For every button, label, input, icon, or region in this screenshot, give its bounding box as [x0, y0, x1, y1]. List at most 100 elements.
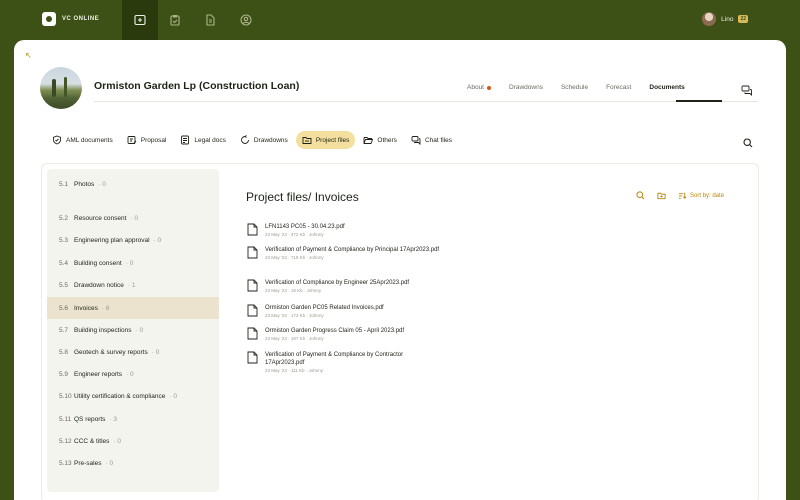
doc-tab-aml-documents[interactable]: AML documents	[46, 131, 119, 149]
drawdowns-icon	[240, 135, 249, 144]
sidebar-item-ccc-titles[interactable]: 5.12 CCC & titles · 0	[47, 430, 219, 452]
doc-tab-project-files[interactable]: Project files	[295, 131, 356, 149]
sort-button[interactable]: Sort by: date	[678, 191, 724, 200]
search-icon	[743, 138, 753, 148]
sidebar-item-number: 5.3	[59, 236, 69, 244]
file-author: Johnny	[309, 313, 324, 318]
sidebar-item-geotech-survey-reports[interactable]: 5.8 Geotech & survey reports · 0	[47, 341, 219, 363]
nav-tasks-button[interactable]	[157, 0, 193, 40]
file-size: 719 Kb	[290, 255, 306, 260]
user-menu[interactable]: Lino 22	[702, 12, 748, 26]
file-icon	[247, 223, 258, 241]
nav-projects-button[interactable]	[122, 0, 158, 40]
folder-sidebar: 5.1 Photos · 0 5.2 Resource consent · 0 …	[47, 169, 219, 492]
doc-tab-drawdowns[interactable]: Drawdowns	[234, 131, 294, 149]
chat-files-icon	[411, 136, 421, 145]
search-button[interactable]	[743, 135, 753, 153]
file-item[interactable]: Ormiston Garden Progress Claim 05 - Apri…	[247, 327, 440, 345]
sidebar-item-count: · 0	[113, 437, 122, 445]
chat-icon	[741, 85, 752, 97]
sidebar-item-building-inspections[interactable]: 5.7 Building inspections · 0	[47, 319, 219, 341]
sidebar-item-count: · 3	[109, 415, 118, 423]
chat-button[interactable]	[741, 83, 753, 101]
file-icon	[247, 279, 258, 297]
sidebar-item-count: · 0	[125, 259, 134, 267]
file-icon	[247, 304, 258, 322]
sidebar-item-resource-consent[interactable]: 5.2 Resource consent · 0	[47, 207, 219, 229]
file-date: 23 May '23	[265, 232, 287, 237]
doc-tab-chat-files[interactable]: Chat files	[405, 131, 458, 149]
sidebar-item-count: · 0	[151, 348, 160, 356]
doc-tab-label: Chat files	[424, 136, 453, 144]
sidebar-item-engineering-plan-approval[interactable]: 5.3 Engineering plan approval · 0	[47, 229, 219, 251]
folder-icon	[134, 14, 146, 26]
file-author: Johnny	[309, 255, 324, 260]
doc-tab-label: Others	[377, 136, 397, 144]
brand[interactable]: VC ONLINE	[42, 12, 99, 26]
user-circle-icon	[240, 14, 252, 26]
tab-label: Schedule	[560, 84, 589, 91]
back-arrow-icon[interactable]: ↖	[25, 51, 32, 60]
nav-documents-button[interactable]	[192, 0, 228, 40]
document-icon	[206, 14, 215, 26]
tab-schedule[interactable]: Schedule	[561, 84, 588, 91]
sidebar-item-utility-certification[interactable]: 5.10 Utility certification & compliance …	[47, 385, 219, 407]
file-meta: 23 May '23 · 187 Kb · Johnny	[265, 336, 324, 341]
sidebar-item-drawdown-notice[interactable]: 5.5 Drawdown notice · 1	[47, 274, 219, 296]
tab-about[interactable]: About	[467, 84, 491, 91]
sidebar-item-count-value: 0	[157, 236, 162, 244]
nav-users-button[interactable]	[228, 0, 264, 40]
sidebar-item-invoices[interactable]: 5.6 Invoices · 6	[47, 297, 219, 319]
sidebar-item-building-consent[interactable]: 5.4 Building consent · 0	[47, 252, 219, 274]
document-category-tabs: AML documents Proposal Legal docs Drawdo…	[46, 131, 460, 149]
sidebar-item-qs-reports[interactable]: 5.11 QS reports · 3	[47, 408, 219, 430]
sidebar-item-count: · 0	[130, 214, 138, 222]
file-item[interactable]: LFN1143 PC05 - 30.04.23.pdf 23 May '23 ·…	[247, 223, 440, 241]
file-author: Johnny	[306, 288, 322, 293]
new-folder-icon[interactable]	[657, 191, 666, 200]
file-author: Johnny	[309, 336, 324, 341]
sidebar-item-number: 5.7	[59, 326, 69, 334]
files-toolbar: Sort by: date	[636, 191, 724, 200]
sidebar-item-label: Engineer reports	[74, 370, 123, 378]
sidebar-item-engineer-reports[interactable]: 5.9 Engineer reports · 0	[47, 363, 219, 385]
sidebar-item-count-value: 0	[109, 459, 114, 467]
user-name: Lino	[721, 15, 734, 23]
doc-tab-proposal[interactable]: Proposal	[121, 131, 173, 149]
search-icon[interactable]	[636, 191, 645, 200]
tab-forecast[interactable]: Forecast	[606, 84, 631, 91]
shield-check-icon	[53, 135, 61, 145]
sidebar-item-label: QS reports	[74, 415, 106, 423]
sidebar-item-number: 5.12	[59, 437, 72, 445]
sidebar-item-count-value: 0	[173, 392, 178, 400]
sidebar-item-count: · 0	[153, 236, 162, 244]
page-title: Ormiston Garden Lp (Construction Loan)	[94, 80, 300, 92]
file-item[interactable]: Verification of Payment & Compliance by …	[247, 246, 440, 264]
sidebar-item-count-value: 0	[155, 348, 160, 356]
file-size: 187 Kb	[290, 336, 306, 341]
file-item[interactable]: Verification of Payment & Compliance by …	[247, 351, 440, 373]
sidebar-item-count: · 0	[169, 392, 178, 400]
doc-tab-legal-docs[interactable]: Legal docs	[174, 131, 231, 149]
sidebar-item-number: 5.5	[59, 281, 69, 289]
avatar	[702, 12, 717, 26]
sidebar-item-photos[interactable]: 5.1 Photos · 0	[47, 173, 219, 195]
sidebar-item-number: 5.2	[59, 214, 69, 222]
tab-drawdowns[interactable]: Drawdowns	[509, 84, 543, 91]
proposal-icon	[127, 136, 137, 144]
sidebar-item-label: Pre-sales	[74, 459, 102, 467]
tab-documents[interactable]: Documents	[649, 84, 684, 91]
sidebar-item-number: 5.1	[59, 180, 69, 188]
sidebar-item-pre-sales[interactable]: 5.13 Pre-sales · 0	[47, 452, 219, 474]
file-item[interactable]: Ormiston Garden PC05 Related Invoices.pd…	[247, 304, 440, 322]
doc-tab-label: Project files	[315, 136, 350, 144]
sidebar-item-label: Engineering plan approval	[74, 236, 150, 244]
sidebar-item-count: · 1	[127, 281, 136, 289]
sidebar-item-label: Resource consent	[74, 214, 127, 222]
file-name: Verification of Compliance by Engineer 2…	[265, 280, 410, 286]
sidebar-item-label: Utility certification & compliance	[74, 392, 166, 400]
tab-label: Forecast	[606, 84, 632, 91]
doc-tab-others[interactable]: Others	[357, 131, 403, 149]
file-item[interactable]: Verification of Compliance by Engineer 2…	[247, 279, 440, 297]
legal-docs-icon	[181, 135, 190, 145]
